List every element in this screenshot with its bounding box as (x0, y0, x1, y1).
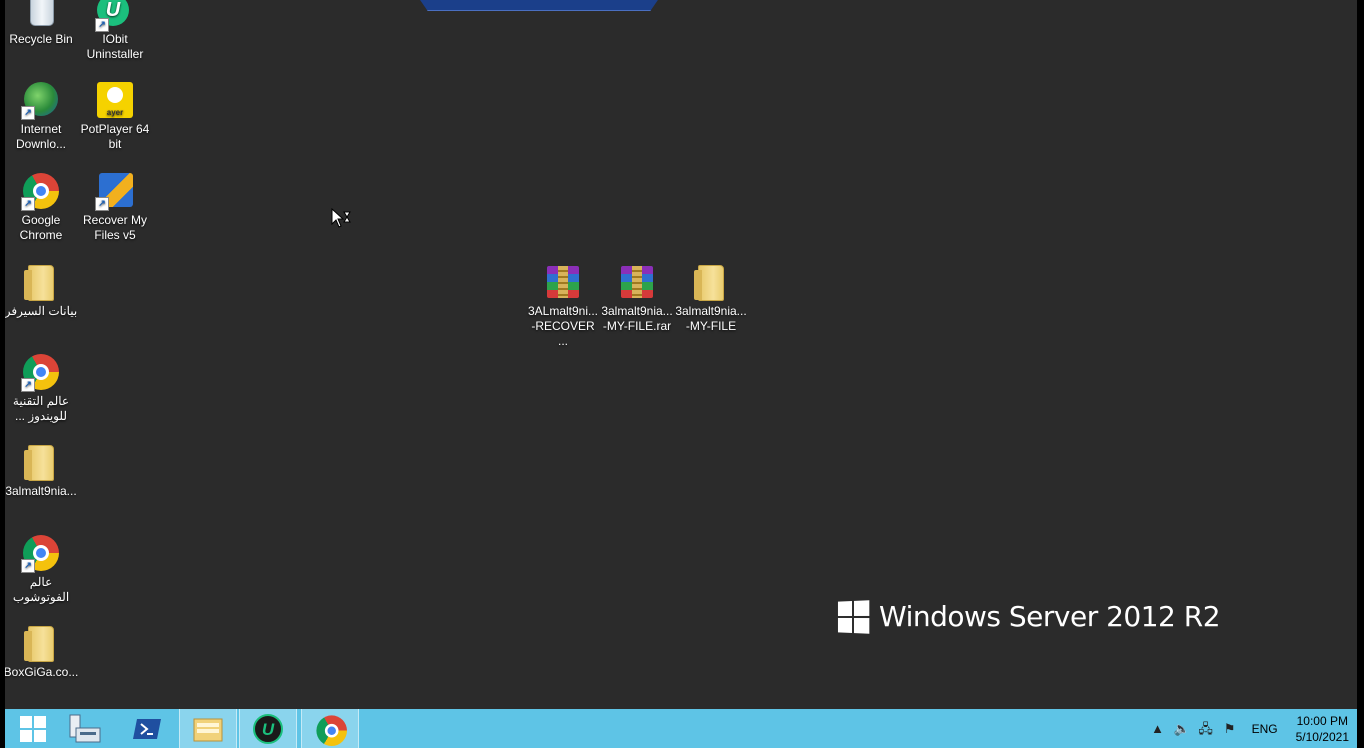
potplayer-icon: ayer (97, 82, 133, 118)
branding-text: Windows Server 2012 R2 (879, 600, 1221, 633)
language-indicator[interactable]: ENG (1252, 722, 1278, 736)
speaker-icon[interactable]: 🔈 (1173, 720, 1191, 738)
chrome-taskbar-button[interactable] (301, 709, 359, 748)
windows-start-icon (20, 715, 46, 742)
recover-my-files-shortcut[interactable]: ↗ Recover My Files v5 (77, 171, 153, 243)
folder-icon (24, 445, 54, 481)
icon-label: عالم الفوتوشوب (12, 575, 70, 604)
icon-label: 3almalt9nia... -MY-FILE (675, 304, 747, 333)
icon-label: Recycle Bin (9, 32, 73, 46)
folder-icon (24, 265, 54, 301)
folder-icon (24, 626, 54, 662)
chrome-icon (316, 714, 347, 746)
icon-label: Recover My Files v5 (82, 213, 147, 242)
shortcut-arrow-icon: ↗ (95, 197, 109, 211)
3almalt9nia-folder[interactable]: 3almalt9nia... (5, 442, 79, 499)
recycle-bin-icon (30, 0, 54, 26)
photoshop-world-shortcut[interactable]: ↗ عالم الفوتوشوب (5, 533, 79, 605)
server-manager-icon (69, 714, 101, 742)
taskbar: U ▲ 🔈 🖧 ⚑ ENG 10:00 PM 5/10/2021 (5, 709, 1357, 748)
windows-tech-world-shortcut[interactable]: ↗ عالم التقنية للويندوز ... (5, 352, 79, 424)
winrar-archive-icon (547, 266, 579, 298)
icon-label: IObit Uninstaller (86, 32, 144, 61)
icon-label: Google Chrome (19, 213, 63, 242)
file-explorer-button[interactable] (179, 709, 237, 748)
internet-download-manager-shortcut[interactable]: ↗ Internet Downlo... (5, 80, 79, 152)
potplayer-shortcut[interactable]: ayer PotPlayer 64 bit (77, 80, 153, 152)
icon-label: 3almalt9nia... -MY-FILE.rar (601, 304, 673, 333)
boxgiga-folder[interactable]: BoxGiGa.co... (5, 623, 79, 680)
clock-time: 10:00 PM (1296, 713, 1348, 728)
windows-logo-icon (837, 599, 870, 634)
shortcut-arrow-icon: ↗ (95, 18, 109, 32)
icon-label: Internet Downlo... (15, 122, 67, 151)
recycle-bin-shortcut[interactable]: Recycle Bin (5, 0, 79, 47)
windows-server-branding: Windows Server 2012 R2 (837, 599, 1221, 634)
shortcut-arrow-icon: ↗ (21, 378, 35, 392)
folder-icon (694, 265, 724, 301)
icon-label: PotPlayer 64 bit (80, 122, 150, 151)
powershell-icon (133, 718, 161, 739)
screen: Recycle Bin U ↗ IObit Uninstaller ↗ Inter… (0, 0, 1364, 748)
server-data-folder[interactable]: بيانات السيرفر (5, 262, 79, 319)
server-manager-button[interactable] (57, 709, 113, 748)
show-hidden-icons-icon[interactable]: ▲ (1149, 720, 1167, 738)
icon-label: عالم التقنية للويندوز ... (12, 394, 70, 423)
desktop[interactable]: Recycle Bin U ↗ IObit Uninstaller ↗ Inter… (5, 0, 1357, 709)
shortcut-arrow-icon: ↗ (21, 197, 35, 211)
action-center-flag-icon[interactable]: ⚑ (1221, 720, 1239, 738)
icon-label: بيانات السيرفر (5, 304, 78, 318)
my-file-folder[interactable]: 3almalt9nia... -MY-FILE (673, 262, 749, 334)
icon-label: BoxGiGa.co... (5, 665, 79, 679)
google-chrome-shortcut[interactable]: ↗ Google Chrome (5, 171, 79, 243)
iobit-uninstaller-icon: U (253, 713, 283, 744)
clock-date: 5/10/2021 (1295, 729, 1349, 744)
network-icon[interactable]: 🖧 (1197, 720, 1215, 738)
system-tray: ▲ 🔈 🖧 ⚑ ENG 10:00 PM 5/10/2021 (1146, 709, 1357, 748)
clock[interactable]: 10:00 PM 5/10/2021 (1296, 713, 1349, 745)
iobit-taskbar-button[interactable]: U (239, 709, 297, 748)
start-button[interactable] (5, 709, 61, 748)
shortcut-arrow-icon: ↗ (21, 559, 35, 573)
svg-text:U: U (262, 720, 275, 739)
remote-connection-bar[interactable] (418, 0, 660, 11)
shortcut-arrow-icon: ↗ (21, 106, 35, 120)
iobit-uninstaller-shortcut[interactable]: U ↗ IObit Uninstaller (77, 0, 153, 62)
icon-label: 3almalt9nia... (5, 484, 77, 498)
powershell-button[interactable] (119, 709, 175, 748)
my-file-rar-archive[interactable]: 3almalt9nia... -MY-FILE.rar (599, 262, 675, 334)
icon-label: 3ALmalt9ni... -RECOVER ... (527, 304, 599, 348)
file-explorer-icon (193, 718, 223, 741)
winrar-archive-icon (621, 266, 653, 298)
busy-cursor-icon (331, 208, 351, 228)
recover-rar-archive[interactable]: 3ALmalt9ni... -RECOVER ... (525, 262, 601, 349)
